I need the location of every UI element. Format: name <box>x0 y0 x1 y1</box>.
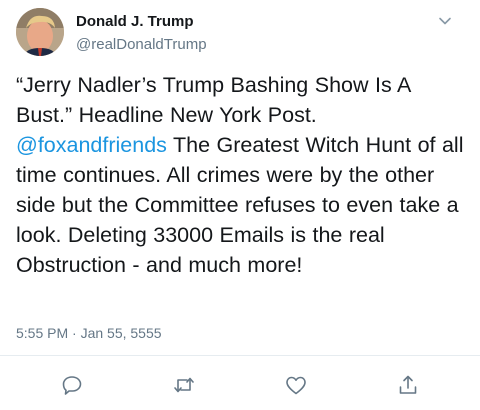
tweet-text: “Jerry Nadler’s Trump Bashing Show Is A … <box>16 70 472 280</box>
tweet-text-part: “Jerry Nadler’s Trump Bashing Show Is A … <box>16 73 411 127</box>
tweet-card: Donald J. Trump @realDonaldTrump “Jerry … <box>0 0 480 410</box>
mention-link[interactable]: @foxandfriends <box>16 133 167 157</box>
avatar[interactable] <box>16 8 64 56</box>
divider <box>0 355 480 356</box>
author-handle[interactable]: @realDonaldTrump <box>76 36 207 53</box>
chevron-down-icon[interactable] <box>438 14 452 28</box>
retweet-icon[interactable] <box>172 373 196 397</box>
profile-photo <box>16 8 64 56</box>
like-icon[interactable] <box>284 373 308 397</box>
reply-icon[interactable] <box>60 373 84 397</box>
share-icon[interactable] <box>396 373 420 397</box>
tweet-timestamp[interactable]: 5:55 PM · Jan 55, 5555 <box>16 325 162 341</box>
author-name[interactable]: Donald J. Trump <box>76 13 194 30</box>
